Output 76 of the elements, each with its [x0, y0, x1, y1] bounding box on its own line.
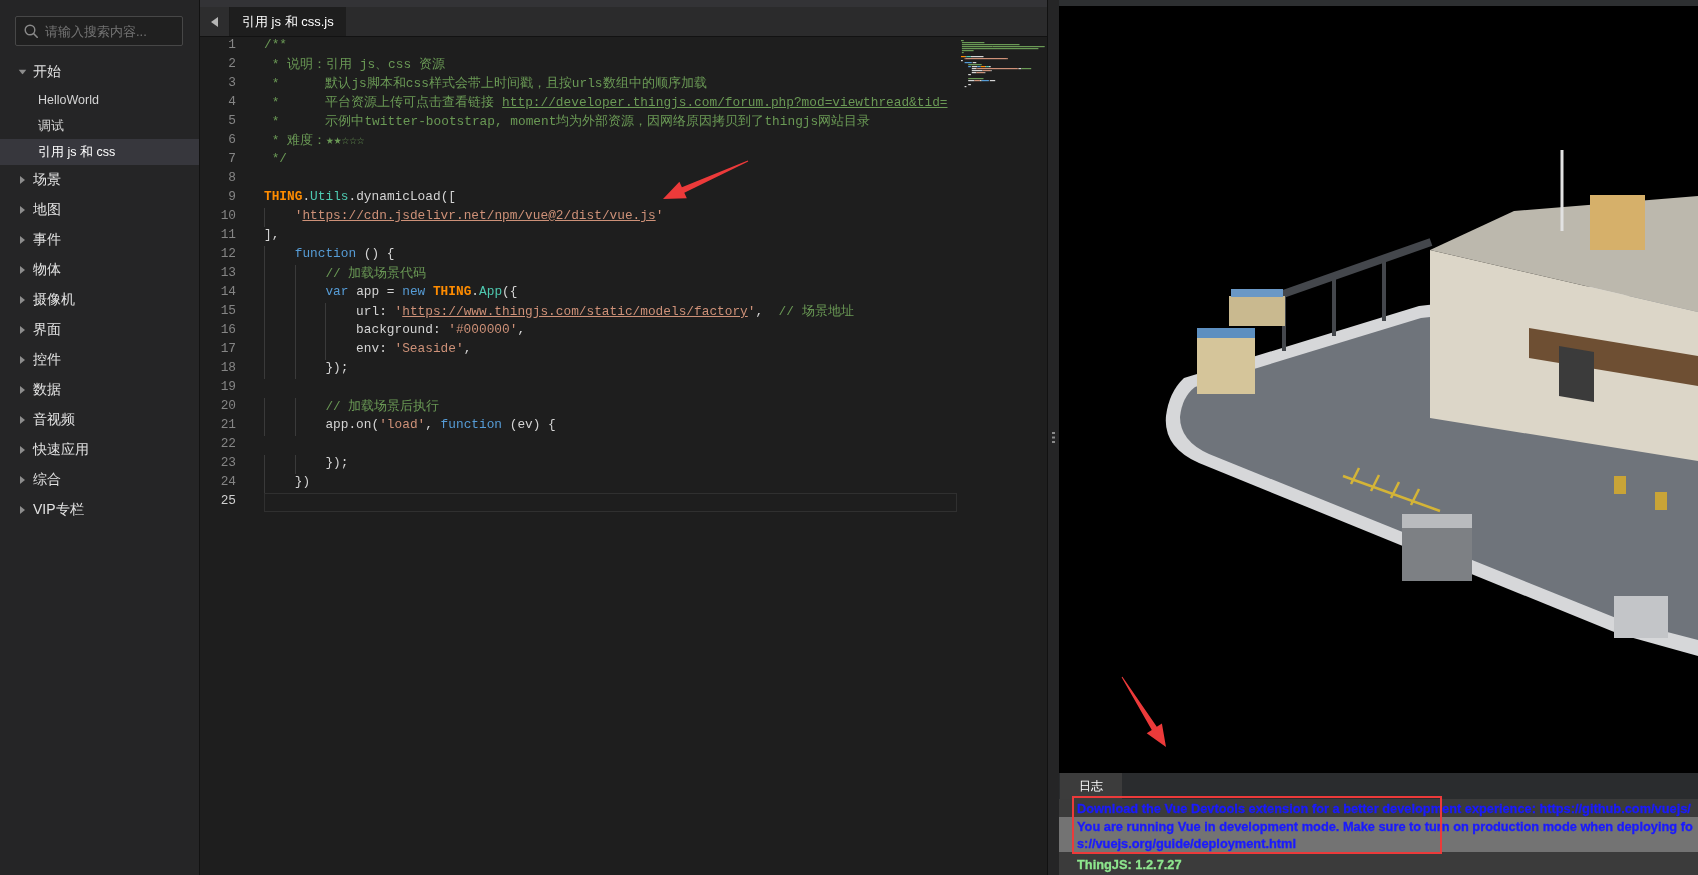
scene-viewport[interactable] — [1059, 6, 1698, 773]
line-number: 19 — [220, 379, 236, 396]
line-number: 25 — [220, 493, 236, 510]
left-triangle-icon — [211, 16, 218, 27]
tree-item[interactable]: 摄像机 — [0, 285, 199, 315]
code-line: var app = new THING.App({ — [325, 284, 518, 301]
code-line: * 难度：★★☆☆☆ — [271, 132, 365, 150]
line-number: 6 — [228, 132, 236, 149]
line-number: 4 — [228, 94, 236, 111]
code-line: */ — [271, 151, 288, 168]
line-number: 21 — [220, 417, 236, 434]
tree-item[interactable]: 快速应用 — [0, 435, 199, 465]
line-number: 10 — [220, 208, 236, 225]
line-number: 3 — [228, 75, 236, 92]
code-line: function () { — [294, 246, 395, 263]
line-number: 20 — [220, 398, 236, 415]
code-line: env: 'Seaside', — [356, 341, 472, 358]
code-line: // 加载场景代码 — [325, 265, 427, 283]
code-line: background: '#000000', — [356, 322, 526, 339]
tree-item[interactable]: 场景 — [0, 165, 199, 195]
code-line: }); — [325, 455, 349, 472]
line-number: 16 — [220, 322, 236, 339]
tree-item[interactable]: 音视频 — [0, 405, 199, 435]
tree-item[interactable]: 引用 js 和 css — [0, 139, 199, 165]
code-line: THING.Utils.dynamicLoad([ — [264, 189, 456, 206]
line-number: 17 — [220, 341, 236, 358]
code-line: // 加载场景后执行 — [325, 398, 440, 416]
code-line: * 说明：引用 js、css 资源 — [271, 56, 445, 74]
line-number: 11 — [220, 227, 236, 244]
log-message: ThingJS: 1.2.7.27 — [1077, 856, 1182, 873]
url-link[interactable]: https://cdn.jsdelivr.net/npm/vue@2/dist/vue.js — [302, 208, 656, 223]
tree-item[interactable]: 物体 — [0, 255, 199, 285]
editor-tab[interactable]: 引用 js 和 css.js — [230, 7, 346, 36]
code-line: url: 'https://www.thingjs.com/static/models/factory', // 场景地址 — [356, 303, 854, 321]
code-line: 'https://cdn.jsdelivr.net/npm/vue@2/dist/vue.js' — [294, 208, 664, 225]
splitter-handle[interactable] — [1047, 0, 1059, 875]
line-number: 18 — [220, 360, 236, 377]
line-number: 14 — [220, 284, 236, 301]
tree-item[interactable]: 地图 — [0, 195, 199, 225]
tree-item[interactable]: VIP专栏 — [0, 495, 199, 525]
code-line: }); — [325, 360, 349, 377]
search-icon — [24, 24, 38, 38]
grip-icon — [1052, 432, 1055, 443]
tree-item[interactable]: 调试 — [0, 113, 199, 139]
code-line: ], — [264, 227, 280, 244]
line-number: 2 — [228, 56, 236, 73]
code-line: * 默认js脚本和css样式会带上时间戳，且按urls数组中的顺序加载 — [271, 75, 707, 93]
line-number: 24 — [220, 474, 236, 491]
code-line: }) — [294, 474, 311, 491]
line-number: 1 — [228, 37, 236, 54]
tree-item[interactable]: 开始 — [0, 57, 199, 87]
line-number: 8 — [228, 170, 236, 187]
line-number: 12 — [220, 246, 236, 263]
tree-item[interactable]: 综合 — [0, 465, 199, 495]
code-line: * 平台资源上传可点击查看链接 http://developer.thingjs.com/forum.php?mod=viewthread&tid= — [271, 94, 948, 112]
url-link[interactable]: http://developer.thingjs.com/forum.php?mod=viewthread&tid= — [502, 95, 948, 110]
log-message: s://vuejs.org/guide/deployment.html — [1077, 835, 1296, 852]
code-line: /** — [264, 37, 288, 54]
tree-item[interactable]: 界面 — [0, 315, 199, 345]
code-line: app.on('load', function (ev) { — [325, 417, 556, 434]
code-line: * 示例中twitter-bootstrap, moment均为外部资源，因网络原因拷贝到了thingjs网站目录 — [271, 113, 871, 131]
line-number: 13 — [220, 265, 236, 282]
search-field[interactable]: 请输入搜索内容... — [15, 16, 183, 46]
line-number: 7 — [228, 151, 236, 168]
tree-item[interactable]: 控件 — [0, 345, 199, 375]
line-number: 23 — [220, 455, 236, 472]
url-link[interactable]: https://www.thingjs.com/static/models/factory — [402, 304, 748, 319]
line-number: 22 — [220, 436, 236, 453]
line-number: 5 — [228, 113, 236, 130]
annotation-arrow — [1121, 676, 1166, 747]
log-tab[interactable]: 日志 — [1060, 773, 1122, 799]
line-number: 9 — [228, 189, 236, 206]
tree-item[interactable]: HelloWorld — [0, 87, 199, 113]
line-number: 15 — [220, 303, 236, 320]
tree-item[interactable]: 事件 — [0, 225, 199, 255]
tree-item[interactable]: 数据 — [0, 375, 199, 405]
